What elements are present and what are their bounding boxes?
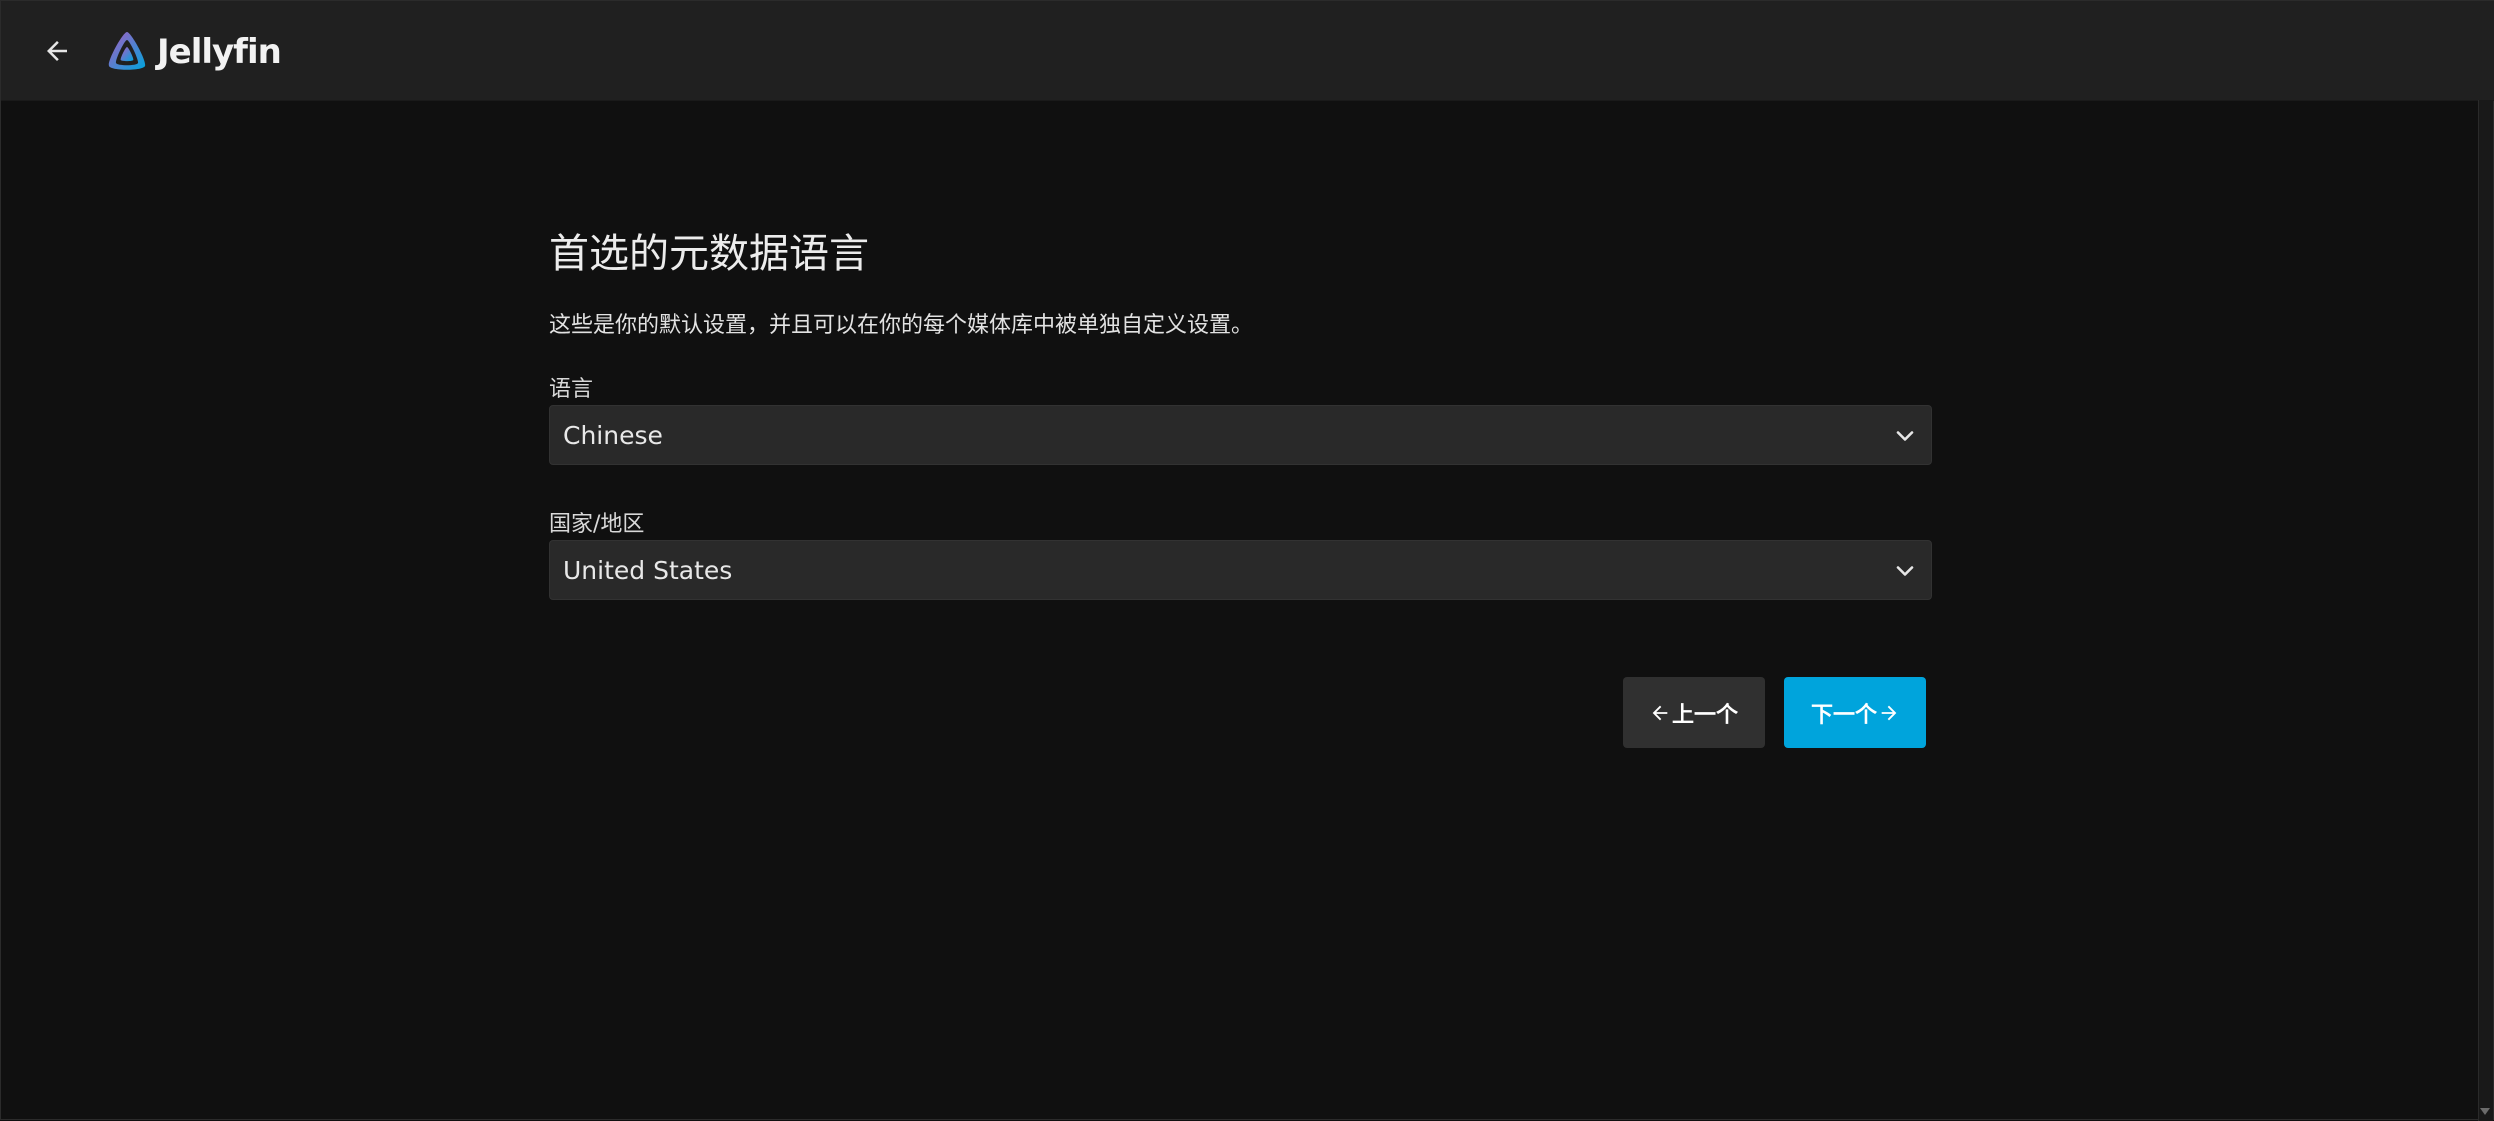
scroll-down-arrow-icon[interactable] xyxy=(2480,1108,2490,1115)
page-title: 首选的元数据语言 xyxy=(549,231,869,277)
next-button-label: 下一个 xyxy=(1810,702,1877,728)
jellyfin-logo[interactable]: Jellyfin xyxy=(103,26,282,78)
chevron-down-icon xyxy=(1896,566,1914,576)
arrow-left-icon xyxy=(1652,705,1668,720)
language-label: 语言 xyxy=(549,377,594,402)
app-window: Jellyfin 首选的元数据语言 这些是你的默认设置，并且可以在你的每个媒体库… xyxy=(0,0,2494,1121)
next-button[interactable]: 下一个 xyxy=(1784,677,1926,748)
language-select[interactable]: Chinese xyxy=(549,405,1932,465)
jellyfin-logo-icon xyxy=(108,32,146,70)
back-button[interactable] xyxy=(31,25,83,77)
page-subtitle: 这些是你的默认设置，并且可以在你的每个媒体库中被单独自定义设置。 xyxy=(549,313,1254,338)
arrow-right-icon xyxy=(1881,705,1897,720)
country-label: 国家/地区 xyxy=(549,512,645,537)
country-select-value: United States xyxy=(563,555,733,585)
chevron-down-icon xyxy=(1896,431,1914,441)
logo-text: Jellyfin xyxy=(157,32,282,72)
previous-button-label: 上一个 xyxy=(1671,702,1738,728)
vertical-scrollbar[interactable] xyxy=(2478,100,2493,1121)
country-select[interactable]: United States xyxy=(549,540,1932,600)
language-select-value: Chinese xyxy=(563,420,663,450)
previous-button[interactable]: 上一个 xyxy=(1623,677,1765,748)
arrow-left-icon xyxy=(47,41,67,61)
top-bar: Jellyfin xyxy=(1,1,2494,101)
